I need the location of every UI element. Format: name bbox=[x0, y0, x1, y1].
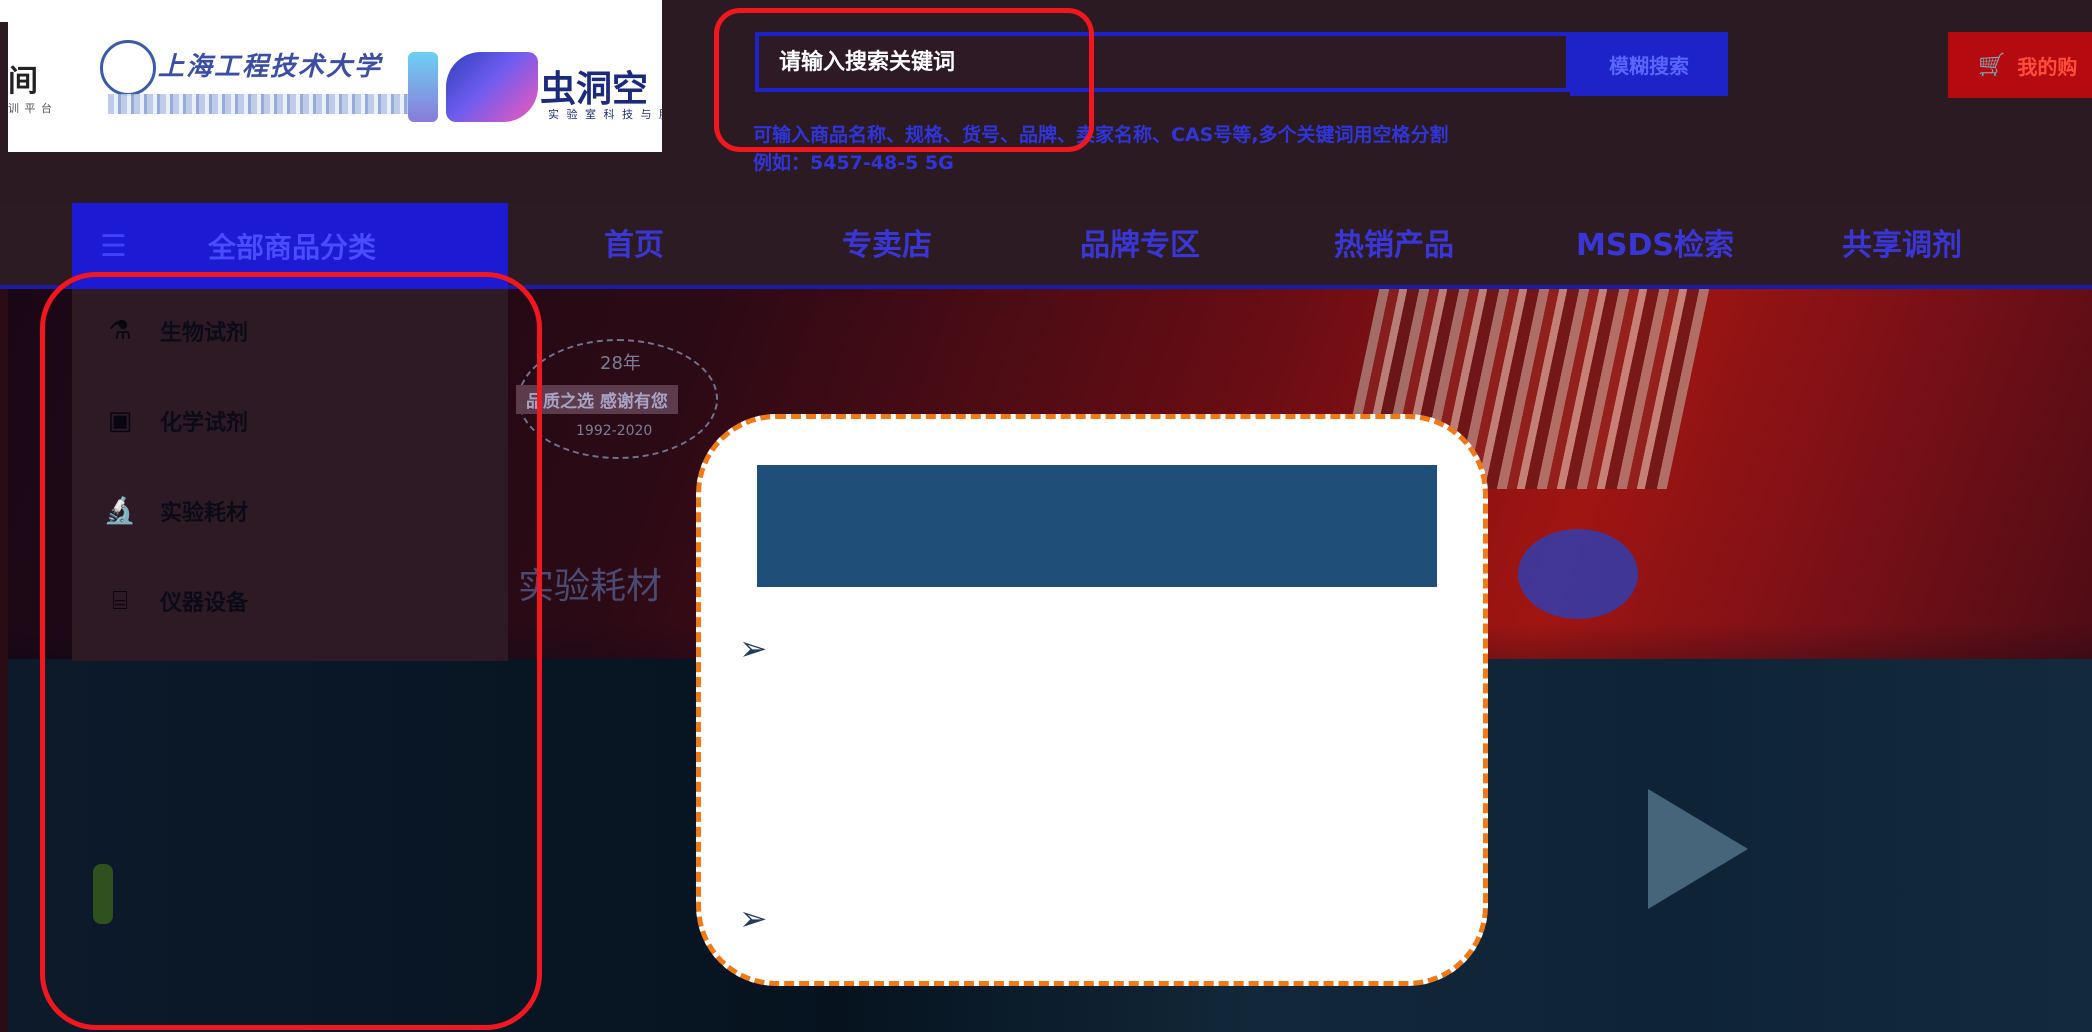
all-categories-button[interactable]: ☰ 全部商品分类 bbox=[72, 203, 508, 289]
hamburger-icon: ☰ bbox=[100, 228, 127, 264]
logo-divider-graphic bbox=[408, 52, 438, 122]
callout-header-bar bbox=[757, 465, 1437, 587]
bullet-arrow-icon: ➢ bbox=[739, 899, 768, 939]
category-item-consumables[interactable]: 🔬 实验耗材 bbox=[100, 481, 248, 541]
badge-years: 28年 bbox=[600, 353, 641, 374]
header-white-strip bbox=[0, 0, 662, 22]
nav-link-brands[interactable]: 品牌专区 bbox=[1080, 203, 1200, 289]
nav-link-stores[interactable]: 专卖店 bbox=[842, 203, 932, 289]
site-logo[interactable]: 间 训 平 台 上海工程技术大学 虫洞空 实 验 室 科 技 与 服 务 bbox=[8, 22, 662, 152]
search-example: 例如：5457-48-5 5G bbox=[753, 152, 954, 174]
cart-icon: 🛒 bbox=[1978, 52, 2006, 78]
logo-left-tiny: 训 平 台 bbox=[8, 102, 53, 115]
category-label: 生物试剂 bbox=[160, 321, 249, 346]
hero-subtitle: 实验耗材 bbox=[518, 566, 663, 607]
bullet-arrow-icon: ➢ bbox=[739, 629, 768, 669]
badge-range: 1992-2020 bbox=[576, 423, 653, 439]
search-button[interactable]: 模糊搜索 bbox=[1570, 32, 1728, 96]
hero-green-graphic bbox=[93, 864, 113, 924]
microscope-icon: 🔬 bbox=[103, 496, 137, 526]
university-subtitle-graphic bbox=[108, 94, 408, 114]
callout-card: ➢ ➢ bbox=[696, 414, 1488, 986]
category-label: 仪器设备 bbox=[160, 591, 249, 616]
nav-link-sharing[interactable]: 共享调剂 bbox=[1842, 203, 1962, 289]
lab-name: 虫洞空 bbox=[540, 69, 649, 110]
nav-link-hot-products[interactable]: 热销产品 bbox=[1334, 203, 1454, 289]
category-item-chem[interactable]: ▣ 化学试剂 bbox=[100, 391, 248, 451]
nav-link-home[interactable]: 首页 bbox=[604, 203, 664, 289]
nav-link-msds[interactable]: MSDS检索 bbox=[1576, 203, 1734, 289]
lab-logo-icon bbox=[446, 52, 538, 122]
search-hint: 可输入商品名称、规格、货号、品牌、卖家名称、CAS号等,多个关键词用空格分割 bbox=[753, 124, 1449, 146]
category-menu: ⚗ 生物试剂 ▣ 化学试剂 🔬 实验耗材 ⌸ 仪器设备 bbox=[72, 289, 508, 661]
instrument-icon: ⌸ bbox=[112, 585, 128, 616]
category-item-bio[interactable]: ⚗ 生物试剂 bbox=[100, 301, 248, 361]
search-input[interactable] bbox=[755, 32, 1570, 92]
category-item-instruments[interactable]: ⌸ 仪器设备 bbox=[100, 571, 248, 631]
university-name: 上海工程技术大学 bbox=[158, 52, 383, 82]
reagent-bottle-icon: ▣ bbox=[107, 406, 133, 436]
flask-icon: ⚗ bbox=[108, 316, 132, 346]
university-seal-icon bbox=[100, 40, 156, 96]
play-icon bbox=[1648, 789, 1748, 909]
cart-button[interactable]: 🛒 我的购 bbox=[1948, 32, 2092, 98]
all-categories-label: 全部商品分类 bbox=[208, 231, 377, 264]
hero-glove-graphic bbox=[1518, 529, 1638, 619]
logo-left-text: 间 bbox=[8, 64, 38, 99]
badge-slogan: 品质之选 感谢有您 bbox=[516, 385, 678, 414]
category-label: 实验耗材 bbox=[160, 501, 249, 526]
cart-label: 我的购 bbox=[2017, 54, 2078, 79]
category-label: 化学试剂 bbox=[160, 411, 249, 436]
lab-tagline: 实 验 室 科 技 与 服 务 bbox=[548, 108, 662, 121]
